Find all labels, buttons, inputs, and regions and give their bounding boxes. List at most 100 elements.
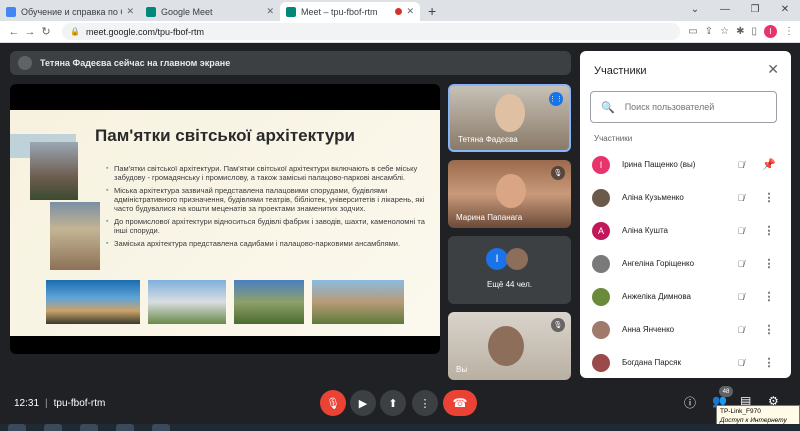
mic-off-icon: 🎙̸	[737, 357, 745, 368]
list-item[interactable]: Богдана Парсяк 🎙̸ ⋮	[580, 346, 791, 378]
minimize-icon[interactable]: —	[710, 0, 740, 18]
panel-title: Участники	[594, 65, 647, 77]
fortress-photo	[312, 280, 404, 324]
search-input[interactable]	[624, 102, 766, 112]
mic-off-icon: 🎙	[551, 166, 565, 180]
more-vert-icon[interactable]: ⋮	[759, 191, 779, 204]
participant-name: Вы	[456, 365, 468, 374]
taskbar-item[interactable]	[152, 424, 170, 431]
separator: |	[45, 398, 48, 409]
mic-off-icon: 🎙̸	[737, 258, 745, 269]
forward-icon[interactable]: →	[22, 26, 38, 38]
participant-video	[496, 174, 526, 208]
meet-favicon-icon	[286, 6, 296, 17]
self-tile[interactable]: 🎙 Вы	[448, 312, 571, 380]
participant-tile[interactable]: ⋮⋮ Тетяна Фадєєва	[448, 84, 571, 152]
close-icon[interactable]: ✕	[767, 61, 779, 78]
toolbar-icons: ▭ ⇪ ☆ ✱ ▯ I ⋮	[688, 25, 794, 38]
tab-title: Google Meet	[161, 6, 213, 17]
castle-park-photo	[234, 280, 304, 324]
info-icon[interactable]: ⓘ	[684, 394, 696, 411]
avatar	[592, 353, 610, 372]
more-vert-icon[interactable]: ⋮	[759, 323, 779, 336]
participant-tile[interactable]: 🎙 Марина Папанага	[448, 160, 571, 228]
mic-off-icon: 🎙̸	[737, 225, 745, 236]
google-favicon-icon	[6, 6, 16, 17]
list-item[interactable]: Аліна Кузьменко 🎙̸ ⋮	[580, 181, 791, 214]
mic-off-icon: 🎙̸	[737, 159, 745, 170]
hangup-button[interactable]: ☎	[443, 390, 477, 416]
reload-icon[interactable]: ↻	[38, 25, 54, 38]
taskbar-item[interactable]	[8, 424, 26, 431]
participant-name: Анна Янченко	[622, 325, 675, 334]
list-item[interactable]: Ангеліна Горіщенко 🎙̸ ⋮	[580, 247, 791, 280]
slide-bullet: Міська архітектура зазвичай представлена…	[106, 186, 426, 213]
close-icon[interactable]: ✕	[266, 6, 274, 17]
more-vert-icon[interactable]: ⋮	[759, 257, 779, 270]
more-options-button[interactable]: ⋮	[412, 390, 438, 416]
tab-title: Обучение и справка по Google	[21, 6, 122, 17]
browser-tab-bar: Обучение и справка по Google ✕ Google Me…	[0, 0, 800, 21]
maximize-icon[interactable]: ❐	[740, 0, 770, 18]
more-participants-tile[interactable]: I Ещё 44 чел.	[448, 236, 571, 304]
list-item[interactable]: Анна Янченко 🎙̸ ⋮	[580, 313, 791, 346]
profile-avatar[interactable]: I	[764, 25, 777, 38]
more-vert-icon[interactable]: ⋮	[759, 290, 779, 303]
more-vert-icon[interactable]: ⋮	[759, 356, 779, 369]
avatar: I	[592, 155, 610, 174]
close-icon[interactable]: ✕	[126, 6, 134, 17]
lock-icon[interactable]: 🔒	[70, 27, 80, 36]
taskbar-item[interactable]	[80, 424, 98, 431]
address-bar: ← → ↻ 🔒 meet.google.com/tpu-fbof-rtm ▭ ⇪…	[0, 21, 800, 43]
more-vert-icon[interactable]: ⋮	[784, 26, 794, 37]
mic-off-icon: 🎙	[551, 318, 565, 332]
participant-name: Богдана Парсяк	[622, 358, 681, 367]
present-button[interactable]: ⬆	[380, 390, 406, 416]
camera-icon[interactable]: ▭	[688, 26, 697, 37]
presentation-stage: Пам'ятки світської архітектури Пам'ятки …	[10, 84, 440, 354]
taskbar-item[interactable]	[116, 424, 134, 431]
mic-off-icon: 🎙̸	[737, 291, 745, 302]
presenter-notice: Тетяна Фадеєва сейчас на главном экране	[10, 51, 571, 75]
back-icon[interactable]: ←	[6, 26, 22, 38]
sidebar-icon[interactable]: ▯	[751, 26, 757, 37]
tab-meet-active[interactable]: Meet – tpu-fbof-rtm ✕	[280, 2, 420, 21]
plus-icon[interactable]: +	[428, 3, 436, 21]
url-field[interactable]: 🔒 meet.google.com/tpu-fbof-rtm	[62, 23, 681, 40]
camera-toggle-button[interactable]: ▶	[350, 390, 376, 416]
meeting-time: 12:31	[14, 398, 40, 409]
close-window-icon[interactable]: ✕	[770, 0, 800, 18]
more-participants-label: Ещё 44 чел.	[487, 280, 532, 289]
recording-dot-icon	[395, 8, 403, 15]
tab-google-meet[interactable]: Google Meet ✕	[140, 2, 280, 21]
close-icon[interactable]: ✕	[406, 6, 414, 17]
window-controls: ⌄ — ❐ ✕	[680, 0, 800, 18]
participant-name: Ангеліна Горіщенко	[622, 259, 695, 268]
search-icon: 🔍	[601, 101, 615, 114]
speaking-icon: ⋮⋮	[549, 92, 563, 106]
taskbar-item[interactable]	[44, 424, 62, 431]
os-taskbar	[0, 424, 800, 431]
mic-toggle-button[interactable]: 🎙	[320, 390, 346, 416]
pin-icon[interactable]: 📌	[759, 158, 779, 171]
avatar: A	[592, 221, 610, 240]
avatar	[592, 287, 610, 306]
tab-google-help[interactable]: Обучение и справка по Google ✕	[0, 2, 140, 21]
slide-bullet: До промислової архітектури відноситься б…	[106, 217, 426, 235]
chevron-down-icon[interactable]: ⌄	[680, 0, 710, 18]
participant-name: Анжеліка Димнова	[622, 292, 691, 301]
list-item[interactable]: Анжеліка Димнова 🎙̸ ⋮	[580, 280, 791, 313]
slide-title: Пам'ятки світської архітектури	[95, 126, 355, 145]
meet-favicon-icon	[146, 6, 156, 17]
more-vert-icon[interactable]: ⋮	[759, 224, 779, 237]
list-item[interactable]: A Аліна Кушта 🎙̸ ⋮	[580, 214, 791, 247]
mic-off-icon: 🎙̸	[737, 324, 745, 335]
search-box: 🔍	[590, 91, 777, 123]
list-item[interactable]: I Ірина Пащенко (вы) 🎙̸ 📌	[580, 148, 791, 181]
share-icon[interactable]: ⇪	[705, 26, 713, 37]
url-text: meet.google.com/tpu-fbof-rtm	[85, 26, 205, 37]
extensions-icon[interactable]: ✱	[736, 26, 744, 37]
participant-name: Ірина Пащенко (вы)	[622, 160, 696, 169]
star-icon[interactable]: ☆	[720, 26, 729, 37]
avatar	[506, 248, 528, 270]
